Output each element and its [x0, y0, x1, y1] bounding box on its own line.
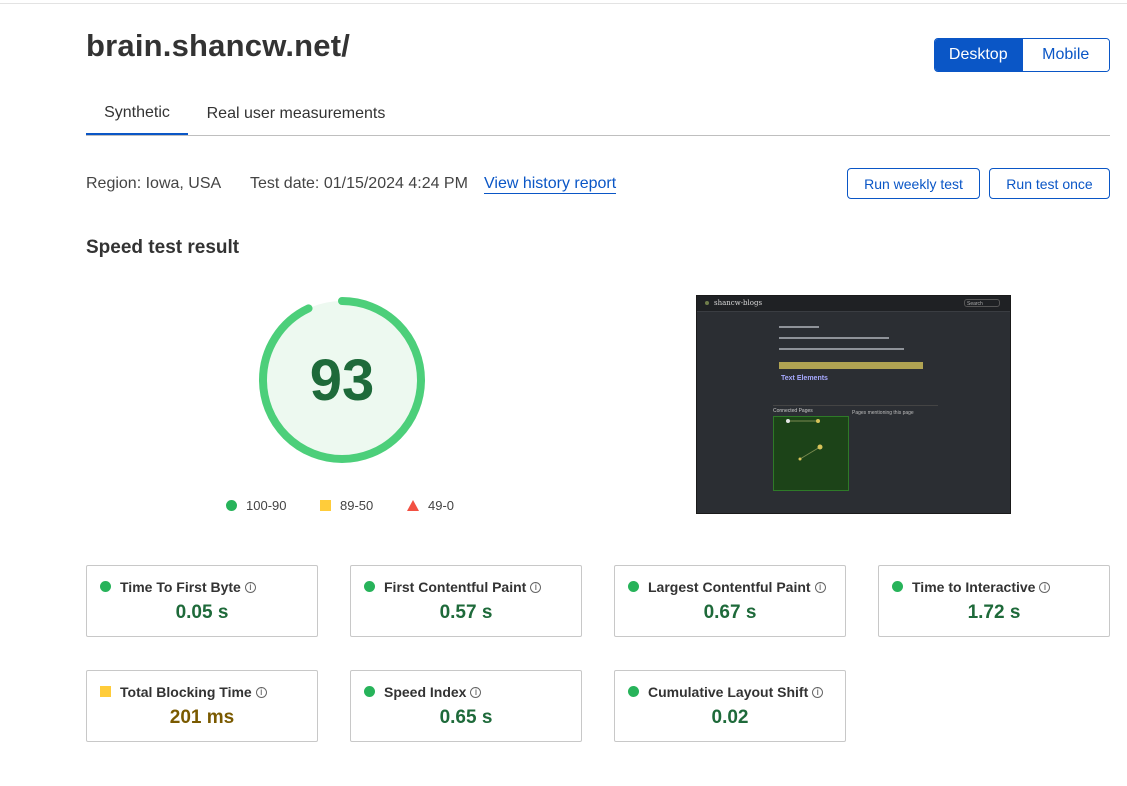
- metric-label: Largest Contentful Paint i: [648, 579, 826, 595]
- metric-label-text: First Contentful Paint: [384, 579, 527, 595]
- status-warning-icon: [100, 686, 111, 697]
- metric-label-text: Time to Interactive: [912, 579, 1036, 595]
- legend-average-label: 89-50: [340, 498, 374, 513]
- run-weekly-test-button[interactable]: Run weekly test: [847, 168, 980, 199]
- preview-connected-label: Connected Pages: [773, 408, 813, 414]
- preview-highlight: [779, 362, 923, 369]
- metric-card: Largest Contentful Paint i 0.67 s: [614, 565, 846, 637]
- legend-good-label: 100-90: [246, 498, 287, 513]
- status-good-icon: [892, 581, 903, 592]
- speed-test-result-heading: Speed test result: [86, 237, 240, 258]
- legend-poor-label: 49-0: [428, 498, 455, 513]
- graph-node: [798, 457, 802, 461]
- metric-label: Cumulative Layout Shift i: [648, 684, 824, 700]
- info-icon[interactable]: i: [255, 687, 267, 698]
- info-icon[interactable]: i: [1039, 582, 1051, 593]
- metric-value: 0.57 s: [439, 602, 493, 623]
- metric-card: Cumulative Layout Shift i 0.02: [614, 670, 846, 742]
- metric-label: Total Blocking Time i: [120, 684, 267, 700]
- green-circle-icon: [226, 500, 237, 511]
- test-date-text: Test date: 01/15/2024 4:24 PM: [250, 175, 468, 192]
- tab-real-user-measurements[interactable]: Real user measurements: [198, 93, 394, 134]
- info-icon[interactable]: i: [814, 582, 826, 593]
- mobile-toggle-button[interactable]: Mobile: [1021, 39, 1109, 71]
- graph-node: [786, 419, 790, 423]
- info-icon[interactable]: i: [530, 582, 542, 593]
- view-history-link[interactable]: View history report: [484, 175, 617, 194]
- graph-edge: [799, 446, 821, 460]
- info-icon[interactable]: i: [244, 582, 256, 593]
- preview-heading: Text Elements: [781, 375, 828, 382]
- metric-value: 0.05 s: [175, 602, 229, 623]
- red-triangle-icon: [407, 500, 419, 511]
- page-title: brain.shancw.net/: [86, 28, 351, 63]
- page-screenshot-preview: shancw-blogs Search Text Elements Connec…: [696, 295, 1011, 514]
- graph-node: [816, 419, 820, 423]
- region-text: Region: Iowa, USA: [86, 175, 222, 192]
- graph-node: [817, 444, 823, 450]
- legend-poor: 49-0: [407, 498, 454, 513]
- preview-search: Search: [964, 299, 1000, 307]
- preview-graph-svg: [786, 419, 823, 461]
- metric-card: Time to Interactive i 1.72 s: [878, 565, 1110, 637]
- preview-text-line: [779, 326, 819, 328]
- device-toggle: Desktop Mobile: [934, 38, 1110, 72]
- preview-graph: [773, 416, 849, 491]
- metric-label-text: Total Blocking Time: [120, 684, 252, 700]
- status-good-icon: [628, 581, 639, 592]
- info-icon[interactable]: i: [812, 687, 824, 698]
- desktop-toggle-button[interactable]: Desktop: [935, 39, 1022, 71]
- status-good-icon: [364, 686, 375, 697]
- status-good-icon: [628, 686, 639, 697]
- preview-text-line: [779, 348, 904, 350]
- metric-label: Time to Interactive i: [912, 579, 1051, 595]
- score-value: 93: [309, 347, 375, 413]
- legend-good: 100-90: [226, 498, 286, 513]
- metric-label-text: Time To First Byte: [120, 579, 241, 595]
- metric-label-text: Cumulative Layout Shift: [648, 684, 809, 700]
- top-divider: [0, 3, 1127, 4]
- status-good-icon: [100, 581, 111, 592]
- legend-average: 89-50: [320, 498, 373, 513]
- status-good-icon: [364, 581, 375, 592]
- preview-logo-icon: [705, 301, 709, 305]
- metric-label: First Contentful Paint i: [384, 579, 542, 595]
- preview-brand: shancw-blogs: [714, 299, 763, 307]
- result-tabs: Synthetic Real user measurements: [86, 93, 1110, 136]
- metric-label: Speed Index i: [384, 684, 482, 700]
- preview-text-line: [779, 337, 889, 339]
- metric-value: 0.02: [711, 707, 749, 728]
- orange-square-icon: [320, 500, 331, 511]
- metric-card: Time To First Byte i 0.05 s: [86, 565, 318, 637]
- metric-value: 1.72 s: [967, 602, 1021, 623]
- metric-label: Time To First Byte i: [120, 579, 256, 595]
- metric-card: Total Blocking Time i 201 ms: [86, 670, 318, 742]
- metric-card: Speed Index i 0.65 s: [350, 670, 582, 742]
- run-test-once-button[interactable]: Run test once: [989, 168, 1110, 199]
- preview-divider: [773, 405, 938, 406]
- metric-value: 0.67 s: [703, 602, 757, 623]
- metric-value: 0.65 s: [439, 707, 493, 728]
- metric-card: First Contentful Paint i 0.57 s: [350, 565, 582, 637]
- metric-label-text: Largest Contentful Paint: [648, 579, 811, 595]
- metric-value: 201 ms: [169, 707, 235, 728]
- metric-label-text: Speed Index: [384, 684, 467, 700]
- preview-side-label: Pages mentioning this page: [852, 410, 914, 416]
- tab-synthetic[interactable]: Synthetic: [86, 93, 188, 135]
- info-icon[interactable]: i: [470, 687, 482, 698]
